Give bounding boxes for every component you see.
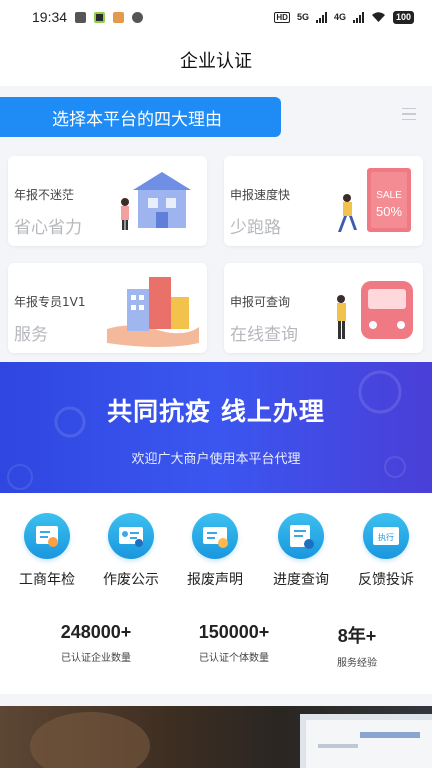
service-feedback-complaint[interactable]: 执行 反馈投诉 <box>343 505 429 589</box>
service-business-inspection[interactable]: 工商年检 <box>4 505 90 589</box>
stat-certified-enterprises: 248000+ 已认证企业数量 <box>24 622 168 664</box>
stat-label: 已认证企业数量 <box>61 653 131 664</box>
network-5g-label: 5G <box>296 12 309 22</box>
promo-photo-image <box>30 712 432 768</box>
house-illustration <box>121 172 191 230</box>
clipboard-notification-icon <box>75 11 87 23</box>
reason-card-fast-filing[interactable]: 申报速度快 少跑路 SALE 50% <box>224 156 423 246</box>
section-divider <box>0 694 432 706</box>
menu-icon[interactable] <box>394 99 424 129</box>
reason-card-subtitle: 年报不迷茫 <box>14 188 75 202</box>
sale-tag-illustration: SALE 50% <box>338 168 411 232</box>
wifi-icon <box>371 12 385 22</box>
status-right: HD 5G 4G 100 <box>274 10 414 24</box>
battery-indicator: 100 <box>392 10 414 24</box>
network-4g-label: 4G <box>333 12 346 22</box>
stats-row: 248000+ 已认证企业数量 150000+ 已认证个体数量 8年+ 服务经验 <box>0 622 432 682</box>
service-progress-query[interactable]: 进度查询 <box>258 505 344 589</box>
reason-card-title: 省心省力 <box>14 218 82 238</box>
train-illustration <box>337 281 413 339</box>
edit-document-icon <box>192 513 238 559</box>
stat-label: 服务经验 <box>337 658 377 669</box>
service-scrap-statement[interactable]: 报废声明 <box>172 505 258 589</box>
reason-card-title: 服务 <box>14 325 48 345</box>
feedback-icon: 执行 <box>363 513 409 559</box>
reason-card-one-on-one[interactable]: 年报专员1V1 服务 <box>8 263 207 353</box>
id-card-icon <box>108 513 154 559</box>
hero-subtitle: 欢迎广大商户使用本平台代理 <box>131 452 301 467</box>
stat-number: 248000+ <box>60 622 132 642</box>
reasons-section: 选择本平台的四大理由 年报不迷茫 省心省力 申报速度快 少跑路 SALE 50% <box>0 86 432 362</box>
discount-text: 50% <box>376 204 402 219</box>
reason-card-subtitle: 申报速度快 <box>230 188 291 202</box>
status-left: 19:34 <box>32 9 144 25</box>
sale-text: SALE <box>376 190 402 201</box>
service-label: 进度查询 <box>273 572 329 588</box>
message-notification-icon <box>132 11 144 23</box>
shop-notification-icon <box>113 11 125 23</box>
reasons-banner: 选择本平台的四大理由 <box>0 97 281 137</box>
promo-photo[interactable] <box>0 706 432 768</box>
hero-banner[interactable]: 共同抗疫 线上办理 欢迎广大商户使用本平台代理 <box>0 362 432 493</box>
app-notification-icon <box>94 11 106 23</box>
service-label: 反馈投诉 <box>358 572 414 588</box>
signal-4g-icon <box>352 11 364 23</box>
signal-5g-icon <box>315 11 327 23</box>
service-label: 报废声明 <box>187 572 243 588</box>
status-time: 19:34 <box>32 9 68 25</box>
feedback-icon-text: 执行 <box>378 532 394 542</box>
progress-document-icon <box>278 513 324 559</box>
service-label: 工商年检 <box>19 572 75 588</box>
reason-card-subtitle: 年报专员1V1 <box>14 295 86 309</box>
nav-bar: 企业认证 <box>0 34 432 86</box>
service-void-announcement[interactable]: 作废公示 <box>88 505 174 589</box>
stat-service-experience: 8年+ 服务经验 <box>285 622 429 669</box>
reason-card-online-query[interactable]: 申报可查询 在线查询 <box>224 263 423 353</box>
services-row: 工商年检 作废公示 报废声明 进度查询 执行 反馈投诉 <box>0 505 432 595</box>
reason-card-hassle-free[interactable]: 年报不迷茫 省心省力 <box>8 156 207 246</box>
reason-card-title: 少跑路 <box>230 218 281 238</box>
stat-number: 8年+ <box>337 626 377 646</box>
page-title: 企业认证 <box>180 51 252 72</box>
certificate-icon <box>24 513 70 559</box>
status-bar: 19:34 HD 5G 4G 100 <box>0 0 432 34</box>
service-label: 作废公示 <box>103 572 159 588</box>
hd-indicator: HD <box>274 11 290 23</box>
reason-card-subtitle: 申报可查询 <box>230 295 291 309</box>
reason-card-title: 在线查询 <box>230 325 298 345</box>
hero-title: 共同抗疫 线上办理 <box>107 397 325 426</box>
hand-building-illustration <box>107 277 199 347</box>
